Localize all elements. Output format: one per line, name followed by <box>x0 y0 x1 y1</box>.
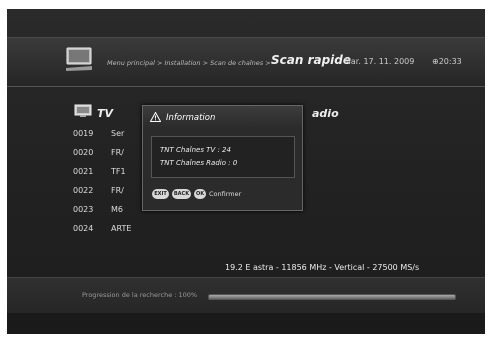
search-progress-panel: Progression de la recherche : 100% <box>7 277 485 314</box>
progress-bar <box>208 294 456 300</box>
channel-name: TF1 <box>111 167 126 176</box>
page-title: Scan rapide <box>271 53 352 67</box>
time-text: 20:33 <box>438 57 462 66</box>
confirm-label: Confirmer <box>209 190 242 198</box>
warning-icon <box>150 112 161 122</box>
channel-name: ARTE <box>111 224 132 233</box>
dialog-title: Information <box>166 113 216 123</box>
breadcrumb: Menu principal > Installation > Scan de … <box>107 59 271 67</box>
tv-menu-icon <box>66 47 92 71</box>
channel-name: Ser <box>111 129 125 138</box>
dialog-message-box: TNT Chaînes TV : 24 TNT Chaînes Radio : … <box>151 136 295 178</box>
transponder-info: 19.2 E astra - 11856 MHz - Vertical - 27… <box>225 263 420 272</box>
channel-number: 0023 <box>73 205 94 214</box>
clock-icon: ⊕ <box>432 57 439 66</box>
channel-number: 0024 <box>73 224 94 233</box>
channel-name: M6 <box>111 205 123 214</box>
dialog-title-bar: Information <box>143 106 302 128</box>
tv-list-title: TV <box>97 107 114 120</box>
back-button[interactable]: BACK <box>172 189 191 199</box>
channel-name: FR/ <box>111 186 124 195</box>
channel-row[interactable]: 0024 ARTE <box>73 224 193 240</box>
exit-button[interactable]: EXIT <box>152 189 169 199</box>
tv-list-icon <box>74 104 92 117</box>
tv-count-text: TNT Chaînes TV : 24 <box>160 146 231 154</box>
information-dialog: Information TNT Chaînes TV : 24 TNT Chaî… <box>142 105 303 211</box>
header-bar: Menu principal > Installation > Scan de … <box>7 37 485 87</box>
ok-button[interactable]: OK <box>194 189 206 199</box>
tv-screen: Menu principal > Installation > Scan de … <box>7 9 485 334</box>
channel-number: 0020 <box>73 148 94 157</box>
channel-name: FR/ <box>111 148 124 157</box>
clock-display: ⊕20:33 <box>432 57 462 66</box>
progress-label: Progression de la recherche : 100% <box>82 291 198 299</box>
date-display: Mar. 17. 11. 2009 <box>344 57 415 66</box>
channel-number: 0022 <box>73 186 94 195</box>
dialog-button-row: EXIT BACK OK Confirmer <box>152 189 292 201</box>
radio-count-text: TNT Chaînes Radio : 0 <box>160 159 238 167</box>
channel-number: 0021 <box>73 167 94 176</box>
radio-list-title: adio <box>312 107 339 120</box>
channel-number: 0019 <box>73 129 94 138</box>
bottom-band <box>7 313 485 334</box>
progress-fill <box>209 295 455 299</box>
